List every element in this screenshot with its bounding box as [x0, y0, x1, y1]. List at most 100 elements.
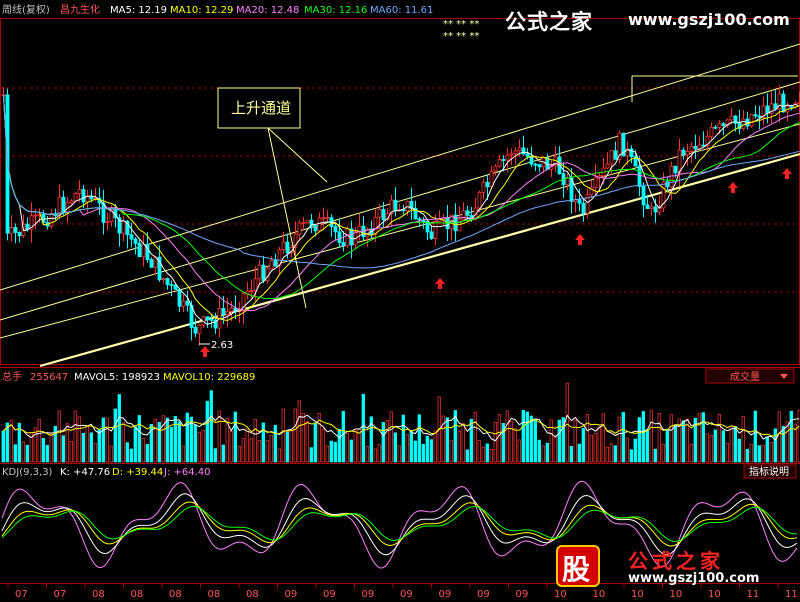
- volume-bar-197: [789, 410, 793, 463]
- x-tick-label-0: 07: [15, 589, 28, 600]
- url-text-bottom: www.gszj100.com: [628, 571, 760, 586]
- volume-bar-9: [37, 419, 41, 463]
- volume-bar-104: [417, 414, 421, 463]
- candle-body-46: [185, 300, 190, 306]
- volume-bar-165: [661, 443, 665, 463]
- candle-body-126: [505, 154, 510, 161]
- candle-body-95: [381, 208, 386, 221]
- up-arrow-icon-4: [782, 168, 792, 179]
- volume-bar-179: [717, 413, 721, 463]
- candle-body-17: [69, 200, 74, 204]
- x-tick-label-4: 08: [169, 589, 182, 600]
- volume-bar-103: [413, 440, 417, 463]
- candle-body-12: [49, 213, 54, 227]
- volume-bar-2: [9, 420, 13, 463]
- volume-bar-75: [301, 413, 305, 463]
- volume-bar-28: [113, 408, 117, 463]
- candle-body-119: [477, 191, 482, 209]
- candle-body-180: [721, 123, 726, 126]
- candle-body-68: [273, 260, 278, 267]
- candle-body-81: [325, 217, 330, 220]
- x-tick-label-1: 07: [54, 589, 67, 600]
- stock-logo-icon: 股: [556, 545, 600, 587]
- volume-dropdown-label[interactable]: 成交量: [730, 370, 760, 383]
- volume-bar-50: [201, 430, 205, 463]
- volume-bar-178: [713, 429, 717, 463]
- volume-bar-42: [169, 426, 173, 463]
- candle-body-94: [377, 208, 382, 218]
- volume-bar-107: [429, 439, 433, 463]
- volume-bar-141: [565, 382, 569, 463]
- volume-bar-152: [609, 443, 613, 463]
- stock-chart[interactable]: 周线(复权) 昌九生化 MA5: 12.19 MA10: 12.29 MA20:…: [0, 0, 800, 602]
- stock-logo-char: 股: [562, 553, 591, 586]
- volume-bar-183: [733, 426, 737, 463]
- volume-bar-186: [745, 448, 749, 463]
- low-price-label: 2.63: [211, 340, 233, 351]
- volume-bar-190: [761, 444, 765, 463]
- volume-bar-162: [649, 410, 653, 463]
- volume-bar-154: [617, 416, 621, 463]
- volume-bar-95: [381, 422, 385, 463]
- volume-bar-148: [593, 432, 597, 463]
- volume-bar-145: [581, 428, 585, 463]
- ma30-line: [3, 94, 800, 300]
- candle-body-177: [709, 126, 714, 137]
- kdj-k-label: K: +47.76: [60, 467, 110, 478]
- volume-bar-164: [657, 413, 661, 463]
- volume-bar-147: [589, 435, 593, 463]
- volume-bar-10: [41, 437, 45, 463]
- volume-bar-102: [409, 431, 413, 463]
- x-tick-label-10: 09: [400, 589, 413, 600]
- up-arrow-icon-1: [435, 278, 445, 289]
- volume-bar-33: [133, 426, 137, 463]
- volume-bar-153: [613, 445, 617, 463]
- candle-body-93: [373, 216, 378, 235]
- candle-body-179: [717, 123, 722, 128]
- price-panel-frame: [0, 18, 800, 365]
- indicator-help-button[interactable]: 指标说明: [743, 464, 797, 479]
- volume-bar-58: [233, 411, 237, 463]
- volume-bar-71: [285, 431, 289, 463]
- indicator-help-label[interactable]: 指标说明: [749, 465, 789, 478]
- volume-bar-90: [361, 393, 365, 463]
- star-row-2: ** ** **: [443, 31, 479, 42]
- pointer-line-2: [267, 127, 328, 183]
- volume-bar-108: [433, 430, 437, 463]
- volume-bar-94: [377, 444, 381, 463]
- volume-bar-124: [497, 414, 501, 463]
- candle-body-52: [209, 319, 214, 321]
- volume-bar-181: [725, 442, 729, 463]
- brand-watermark-bottom: 股 公式之家 www.gszj100.com: [556, 545, 796, 587]
- volume-bar-78: [313, 422, 317, 463]
- volume-bar-36: [145, 444, 149, 463]
- candle-body-189: [757, 115, 762, 118]
- volume-bar-99: [397, 445, 401, 463]
- candle-body-122: [489, 170, 494, 188]
- volume-bar-159: [637, 417, 641, 463]
- volume-bar-0: [1, 430, 5, 463]
- volume-bar-105: [421, 444, 425, 463]
- candle-body-132: [529, 155, 534, 165]
- candle-body-98: [393, 199, 398, 211]
- volume-bar-117: [469, 418, 473, 463]
- x-tick-label-20: 11: [785, 589, 798, 600]
- candle-body-78: [313, 224, 318, 232]
- volume-bar-45: [181, 445, 185, 463]
- candle-body-6: [25, 223, 30, 230]
- volume-bar-13: [53, 426, 57, 463]
- candle-body-32: [129, 234, 134, 240]
- candle-body-161: [645, 204, 650, 210]
- volume-bar-143: [573, 419, 577, 463]
- volume-dropdown[interactable]: 成交量: [705, 368, 795, 384]
- candle-body-121: [485, 181, 490, 188]
- candle-body-51: [205, 316, 210, 320]
- volume-bar-61: [245, 427, 249, 463]
- candle-body-76: [305, 219, 310, 223]
- volume-bar-174: [697, 413, 701, 463]
- candle-body-171: [685, 151, 690, 156]
- stock-name: 昌九生化: [60, 3, 100, 16]
- candle-body-45: [181, 300, 186, 307]
- volume-bar-156: [625, 437, 629, 463]
- x-tick-label-3: 08: [131, 589, 144, 600]
